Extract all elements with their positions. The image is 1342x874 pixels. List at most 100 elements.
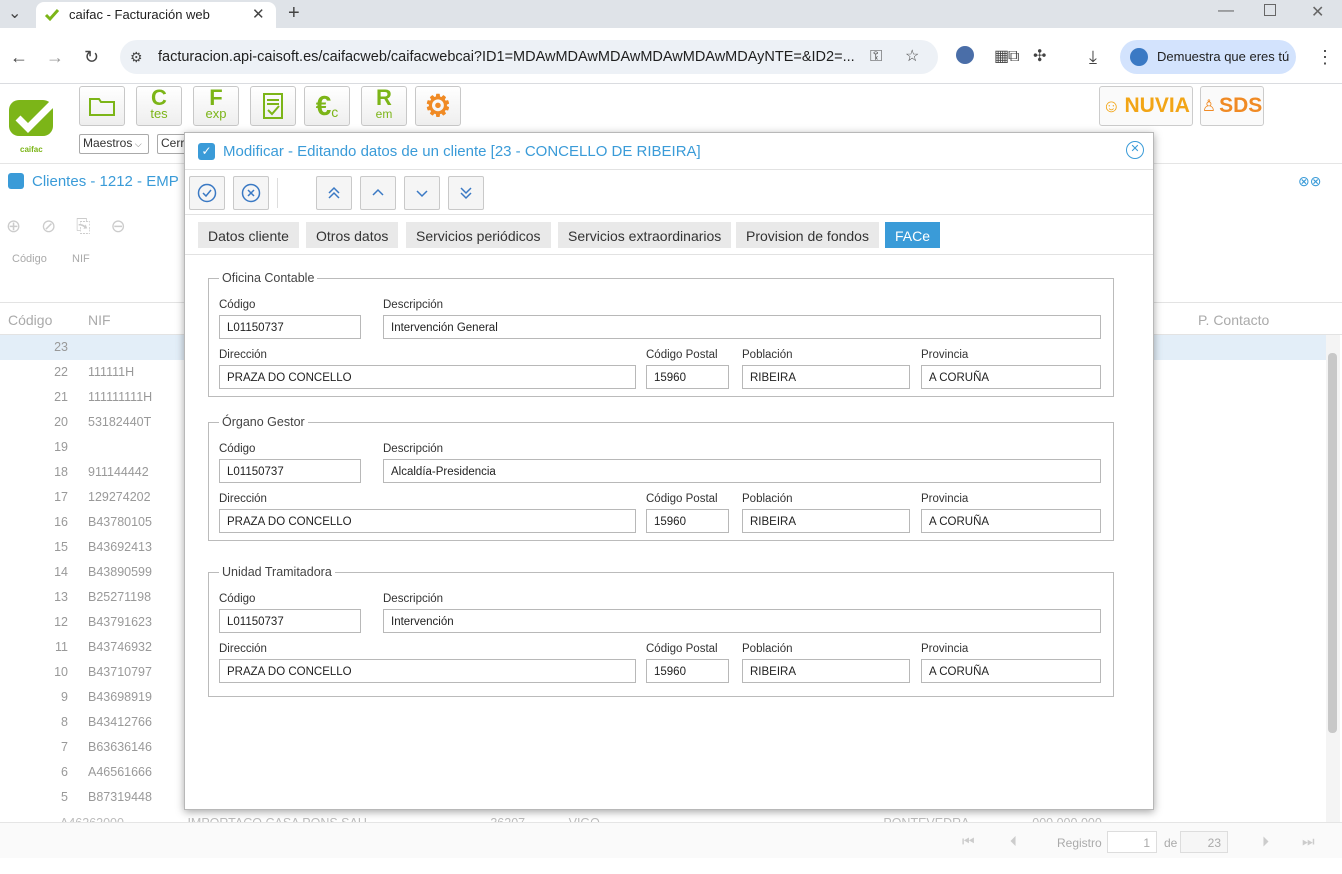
provincia-field[interactable]: A CORUÑA	[921, 365, 1101, 389]
open-folder-button[interactable]	[79, 86, 125, 126]
cerrar-menu[interactable]: Cerr	[157, 134, 187, 154]
tab-close-icon[interactable]: ✕	[252, 5, 265, 23]
profile-chip[interactable]: Demuestra que eres tú	[1120, 40, 1296, 74]
extensions-icon[interactable]: ⧉	[1008, 48, 1019, 66]
client-row[interactable]: 5 B87319448	[0, 785, 190, 810]
client-row[interactable]: 13 B25271198	[0, 585, 190, 610]
poblacion-field[interactable]: RIBEIRA	[742, 509, 910, 533]
descripcion-field[interactable]: Intervención	[383, 609, 1101, 633]
menu-kebab-icon[interactable]: ⋮	[1316, 48, 1334, 66]
accept-button[interactable]	[189, 176, 225, 210]
client-row[interactable]: 8 B43412766	[0, 710, 190, 735]
client-row[interactable]: 9 B43698919	[0, 685, 190, 710]
client-row[interactable]: 21 111111111H	[0, 385, 190, 410]
client-row[interactable]: 12 B43791623	[0, 610, 190, 635]
cancel-button[interactable]	[233, 176, 269, 210]
cp-field[interactable]: 15960	[646, 659, 729, 683]
nuvia-button[interactable]: ☺ NUVIA	[1099, 86, 1193, 126]
client-row[interactable]: 23	[0, 335, 190, 360]
tab-list-chevron-icon[interactable]: ⌄	[8, 5, 21, 23]
direccion-field[interactable]: PRAZA DO CONCELLO	[219, 659, 636, 683]
cp-field[interactable]: 15960	[646, 365, 729, 389]
next-record-button[interactable]	[404, 176, 440, 210]
descripcion-field[interactable]: Intervención General	[383, 315, 1101, 339]
row-nif: 911144442	[88, 465, 149, 479]
extension-globe-icon[interactable]	[956, 46, 974, 64]
first-page-icon[interactable]: ⏮	[962, 833, 975, 850]
client-row[interactable]: 14 B43890599	[0, 560, 190, 585]
first-record-button[interactable]	[316, 176, 352, 210]
client-row[interactable]: 18 911144442	[0, 460, 190, 485]
panel-close-icon[interactable]: ⊗⊗	[1298, 173, 1321, 190]
tes-button[interactable]: C tes	[136, 86, 182, 126]
euro-letter: €	[315, 90, 332, 121]
provincia-field[interactable]: A CORUÑA	[921, 509, 1101, 533]
list-scrollbar[interactable]	[1326, 335, 1340, 825]
sds-button[interactable]: ♙ SDS	[1200, 86, 1264, 126]
puzzle-icon[interactable]: ✣	[1033, 48, 1046, 66]
minimize-icon[interactable]: —	[1218, 2, 1234, 20]
client-row[interactable]: 11 B43746932	[0, 635, 190, 660]
col-codigo[interactable]: Código	[8, 312, 52, 328]
last-page-icon[interactable]: ⏭	[1302, 833, 1315, 850]
group-legend: Órgano Gestor	[222, 415, 305, 429]
direccion-field[interactable]: PRAZA DO CONCELLO	[219, 365, 636, 389]
close-window-icon[interactable]: ✕	[1311, 2, 1324, 22]
client-row[interactable]: 15 B43692413	[0, 535, 190, 560]
maestros-menu[interactable]: Maestros ⌵	[79, 134, 149, 154]
new-tab-icon[interactable]: +	[288, 2, 300, 25]
settings-button[interactable]: ⚙	[415, 86, 461, 126]
client-row[interactable]: 7 B63636146	[0, 735, 190, 760]
address-bar[interactable]: ⚙ facturacion.api-caisoft.es/caifacweb/c…	[120, 40, 938, 74]
row-code: 17	[54, 490, 68, 504]
tab-datos-cliente[interactable]: Datos cliente	[198, 222, 299, 248]
col-contacto[interactable]: P. Contacto	[1198, 312, 1269, 328]
dialog-close-icon[interactable]: ✕	[1126, 141, 1144, 159]
codigo-field[interactable]: L01150737	[219, 459, 361, 483]
tab-face[interactable]: FACe	[885, 222, 941, 248]
browser-tab[interactable]: caifac - Facturación web ✕	[36, 2, 276, 28]
forward-icon[interactable]: →	[46, 48, 64, 66]
maximize-icon[interactable]	[1264, 4, 1276, 16]
caifac-logo[interactable]: caifac	[6, 96, 62, 154]
next-page-icon[interactable]: ⏵	[1262, 833, 1269, 850]
password-key-icon[interactable]: ⚿	[870, 48, 882, 66]
direccion-field[interactable]: PRAZA DO CONCELLO	[219, 509, 636, 533]
prev-page-icon[interactable]: ⏴	[1010, 833, 1017, 850]
reload-icon[interactable]: ↻	[84, 48, 99, 66]
tab-servicios-periodicos[interactable]: Servicios periódicos	[406, 222, 551, 248]
registro-input[interactable]: 1	[1107, 831, 1157, 853]
bookmark-star-icon[interactable]: ☆	[905, 48, 919, 66]
site-info-icon[interactable]: ⚙	[130, 48, 143, 66]
download-icon[interactable]: ⤓	[1089, 48, 1097, 66]
list-toolbar-icons[interactable]: ⊕⊘⎘⊖	[6, 216, 146, 237]
client-row[interactable]: 16 B43780105	[0, 510, 190, 535]
cp-field[interactable]: 15960	[646, 509, 729, 533]
codigo-field[interactable]: L01150737	[219, 315, 361, 339]
client-row[interactable]: 19	[0, 435, 190, 460]
client-row[interactable]: 17 129274202	[0, 485, 190, 510]
checklist-button[interactable]	[250, 86, 296, 126]
col-nif[interactable]: NIF	[88, 312, 111, 328]
scrollbar-thumb[interactable]	[1328, 353, 1337, 733]
codigo-field[interactable]: L01150737	[219, 609, 361, 633]
euro-cobros-button[interactable]: € c	[304, 86, 350, 126]
client-row[interactable]: 22 111111H	[0, 360, 190, 385]
last-record-button[interactable]	[448, 176, 484, 210]
tab-servicios-extraordinarios[interactable]: Servicios extraordinarios	[558, 222, 732, 248]
remesas-button[interactable]: R em	[361, 86, 407, 126]
client-row[interactable]: 10 B43710797	[0, 660, 190, 685]
row-nif: 111111111H	[88, 390, 153, 404]
client-row[interactable]: 20 53182440T	[0, 410, 190, 435]
prev-record-button[interactable]	[360, 176, 396, 210]
tab-provision-fondos[interactable]: Provision de fondos	[736, 222, 879, 248]
client-row[interactable]: 6 A46561666	[0, 760, 190, 785]
poblacion-field[interactable]: RIBEIRA	[742, 365, 910, 389]
qr-icon[interactable]: ▦	[994, 48, 1009, 66]
provincia-field[interactable]: A CORUÑA	[921, 659, 1101, 683]
tab-otros-datos[interactable]: Otros datos	[306, 222, 399, 248]
descripcion-field[interactable]: Alcaldía-Presidencia	[383, 459, 1101, 483]
factura-export-button[interactable]: F exp	[193, 86, 239, 126]
back-icon[interactable]: ←	[10, 48, 28, 66]
poblacion-field[interactable]: RIBEIRA	[742, 659, 910, 683]
